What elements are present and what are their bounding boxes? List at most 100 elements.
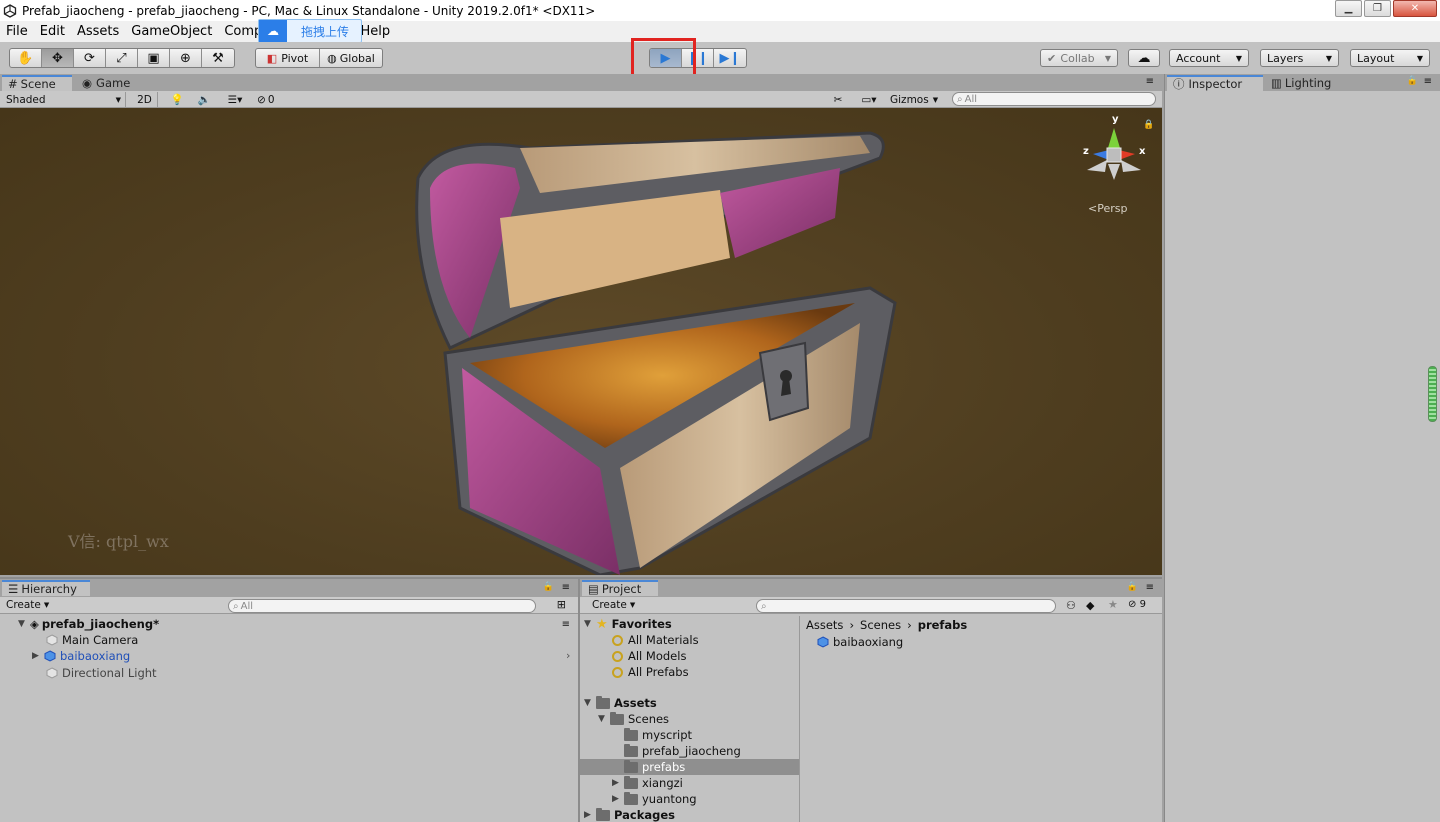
scene-menu-icon[interactable]: ≡ <box>562 619 570 630</box>
project-search-input[interactable]: ⌕ <box>756 599 1056 613</box>
expand-arrow-icon[interactable]: ▼ <box>598 714 607 724</box>
lock-icon[interactable]: 🔒 <box>1127 582 1138 592</box>
tab-lighting[interactable]: ▥ Lighting <box>1265 75 1337 91</box>
panel-menu-icon[interactable]: ≡ <box>1146 582 1154 593</box>
asset-item-baibaoxiang[interactable]: baibaoxiang <box>817 635 903 649</box>
scene-root-row[interactable]: ▼ ◈ prefab_jiaocheng* <box>18 616 159 632</box>
tree-myscript[interactable]: myscript <box>624 727 692 743</box>
scene-viewport[interactable]: y x z 🔒 <Persp V信: qtpl_wx <box>0 108 1162 575</box>
panel-menu-icon[interactable]: ≡ <box>1146 76 1154 87</box>
gizmo-z-label: z <box>1083 146 1089 157</box>
gameobject-icon <box>46 634 58 646</box>
layout-dropdown[interactable]: Layout ▼ <box>1350 49 1430 67</box>
menu-gameobject[interactable]: GameObject <box>125 24 218 39</box>
menu-file[interactable]: File <box>0 24 34 39</box>
lock-icon[interactable]: 🔒 <box>543 582 554 592</box>
collab-dropdown[interactable]: ✔ Collab ▼ <box>1040 49 1118 67</box>
scale-tool-icon[interactable]: ⤢ <box>106 49 138 67</box>
tools-icon[interactable]: ✂ <box>828 92 848 107</box>
hidden-objects-toggle[interactable]: ⊘ 0 <box>257 92 285 107</box>
tree-favorites[interactable]: ▼ ★ Favorites <box>584 616 672 632</box>
expand-arrow-icon[interactable]: ▶ <box>612 778 621 788</box>
search-by-label-icon[interactable]: ◆ <box>1086 599 1094 612</box>
pivot-button[interactable]: ◧ Pivot <box>256 49 320 67</box>
cloud-services-button[interactable]: ☁ <box>1128 49 1160 67</box>
tab-inspector[interactable]: ⓘ Inspector <box>1167 75 1263 91</box>
custom-tool-icon[interactable]: ⚒ <box>202 49 234 67</box>
tree-all-prefabs[interactable]: All Prefabs <box>612 664 689 680</box>
tree-prefabs[interactable]: prefabs <box>580 759 799 775</box>
rotate-tool-icon[interactable]: ⟳ <box>74 49 106 67</box>
chevron-right-icon[interactable]: › <box>566 649 570 662</box>
hierarchy-item-main-camera[interactable]: Main Camera <box>46 632 138 648</box>
step-button-icon[interactable]: ▶❙ <box>714 49 746 67</box>
favorite-star-icon[interactable]: ★ <box>1108 598 1118 611</box>
breadcrumb-assets[interactable]: Assets <box>806 618 843 632</box>
lock-icon[interactable]: 🔒 <box>1407 76 1418 86</box>
prefab-icon <box>44 650 56 662</box>
hand-tool-icon[interactable]: ✋ <box>10 49 42 67</box>
tree-packages[interactable]: ▶ Packages <box>584 807 675 822</box>
hierarchy-item-baibaoxiang[interactable]: ▶ baibaoxiang <box>32 648 130 664</box>
layers-dropdown[interactable]: Layers ▼ <box>1260 49 1339 67</box>
account-dropdown[interactable]: Account ▼ <box>1169 49 1249 67</box>
folder-icon <box>624 727 638 741</box>
move-tool-icon[interactable]: ✥ <box>42 49 74 67</box>
tree-xiangzi[interactable]: ▶ xiangzi <box>612 775 683 791</box>
2d-toggle[interactable]: 2D <box>132 92 158 107</box>
hierarchy-search-input[interactable]: ⌕ All <box>228 599 536 613</box>
layout-label: Layout <box>1357 51 1395 65</box>
shading-mode-dropdown[interactable]: Shaded ▼ <box>6 92 126 107</box>
tab-scene[interactable]: # Scene <box>2 75 72 91</box>
hidden-packages-toggle[interactable]: ⊘ 9 <box>1128 599 1146 610</box>
rect-tool-icon[interactable]: ▣ <box>138 49 170 67</box>
close-button[interactable]: ✕ <box>1393 0 1437 17</box>
search-by-type-icon[interactable]: ⚇ <box>1066 599 1076 612</box>
tab-game[interactable]: ◉ Game <box>76 75 136 91</box>
panel-menu-icon[interactable]: ≡ <box>1424 76 1432 87</box>
upload-overlay-button[interactable]: ☁ 拖拽上传 <box>258 19 362 43</box>
hierarchy-create-dropdown[interactable]: Create ▼ <box>6 599 49 611</box>
tree-prefab-jiaocheng[interactable]: prefab_jiaocheng <box>624 743 741 759</box>
project-create-dropdown[interactable]: Create ▼ <box>592 599 635 611</box>
gizmo-y-label: y <box>1112 114 1119 125</box>
scrollbar-thumb[interactable] <box>1428 366 1437 422</box>
effects-toggle-icon[interactable]: ☰▾ <box>220 92 250 107</box>
tab-hierarchy[interactable]: ☰ Hierarchy <box>2 580 90 596</box>
breadcrumb-scenes[interactable]: Scenes <box>860 618 901 632</box>
tree-assets[interactable]: ▼ Assets <box>584 695 657 711</box>
tab-project[interactable]: ▤ Project <box>582 580 658 596</box>
expand-arrow-icon[interactable]: ▶ <box>612 794 621 804</box>
expand-arrow-icon[interactable]: ▶ <box>32 651 41 661</box>
directional-light-label: Directional Light <box>62 666 157 680</box>
tree-all-models[interactable]: All Models <box>612 648 686 664</box>
expand-arrow-icon[interactable]: ▼ <box>584 698 593 708</box>
scenes-label: Scenes <box>628 712 670 726</box>
gizmos-dropdown[interactable]: Gizmos ▼ <box>890 92 942 107</box>
audio-toggle-icon[interactable]: 🔈 <box>194 92 214 107</box>
lock-icon[interactable]: 🔒 <box>1143 120 1154 130</box>
unity-logo-icon <box>2 3 18 19</box>
expand-arrow-icon[interactable]: ▼ <box>18 619 27 629</box>
maximize-button[interactable]: ❐ <box>1364 0 1391 17</box>
scene-filter-icon[interactable]: ⊞ <box>557 598 566 611</box>
hierarchy-tab-bar: ☰ Hierarchy 🔒 ≡ <box>0 579 578 597</box>
menu-edit[interactable]: Edit <box>34 24 71 39</box>
breadcrumb-prefabs[interactable]: prefabs <box>918 618 968 632</box>
projection-toggle[interactable]: <Persp <box>1088 202 1127 215</box>
panel-menu-icon[interactable]: ≡ <box>562 582 570 593</box>
hierarchy-item-directional-light[interactable]: Directional Light <box>46 665 157 681</box>
tree-all-materials[interactable]: All Materials <box>612 632 699 648</box>
transform-tool-icon[interactable]: ⊕ <box>170 49 202 67</box>
minimize-button[interactable]: ▁ <box>1335 0 1362 17</box>
scene-search-input[interactable]: ⌕ All <box>952 92 1156 106</box>
tree-scenes[interactable]: ▼ Scenes <box>598 711 669 727</box>
lighting-toggle-icon[interactable]: 💡 <box>166 92 188 107</box>
orientation-gizmo[interactable]: y x z 🔒 <box>1079 114 1154 199</box>
global-button[interactable]: ◍ Global <box>320 49 382 67</box>
camera-dropdown-icon[interactable]: ▭▾ <box>855 92 883 107</box>
menu-assets[interactable]: Assets <box>71 24 125 39</box>
tree-yuantong[interactable]: ▶ yuantong <box>612 791 697 807</box>
expand-arrow-icon[interactable]: ▼ <box>584 619 593 629</box>
expand-arrow-icon[interactable]: ▶ <box>584 810 593 820</box>
